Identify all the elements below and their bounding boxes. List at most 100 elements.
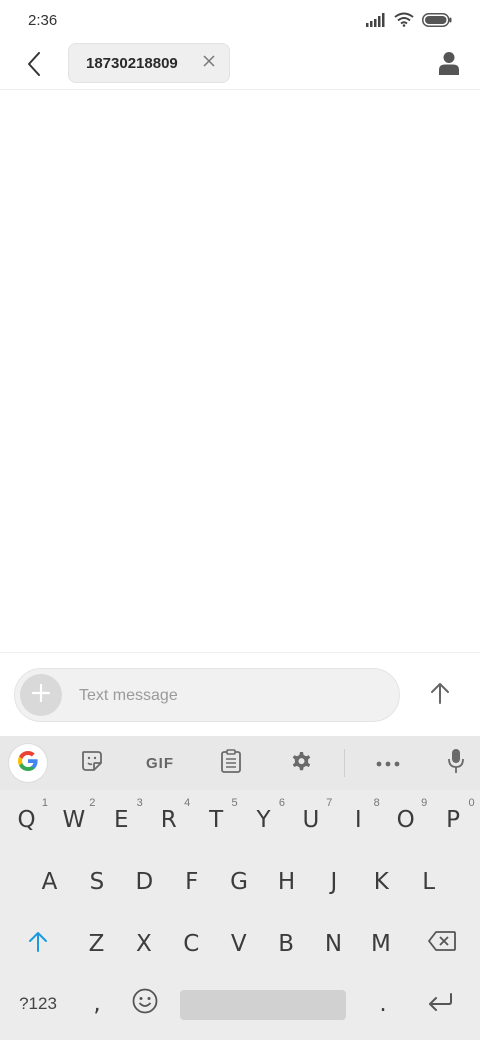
key-c[interactable]: C — [168, 916, 215, 972]
attach-button[interactable] — [20, 674, 62, 716]
period-key-label: . — [379, 991, 387, 1017]
settings-button[interactable] — [281, 744, 321, 782]
status-icons — [366, 12, 452, 32]
key-hint: 1 — [41, 797, 48, 809]
enter-arrow-icon — [427, 990, 453, 1018]
more-button[interactable] — [368, 744, 408, 782]
key-w[interactable]: W2 — [50, 792, 97, 848]
gif-label: GIF — [146, 754, 174, 772]
key-s[interactable]: S — [73, 854, 120, 910]
more-icon — [376, 754, 400, 772]
key-p[interactable]: P0 — [430, 792, 477, 848]
key-label: I — [354, 807, 362, 833]
key-y[interactable]: Y6 — [240, 792, 287, 848]
key-o[interactable]: O9 — [382, 792, 429, 848]
back-button[interactable] — [18, 50, 50, 82]
key-label: G — [230, 869, 248, 895]
plus-icon — [31, 683, 51, 707]
key-l[interactable]: L — [405, 854, 452, 910]
key-label: J — [330, 869, 338, 895]
status-time: 2:36 — [28, 12, 58, 29]
key-hint: 7 — [326, 797, 333, 809]
key-h[interactable]: H — [263, 854, 310, 910]
key-label: O — [396, 807, 415, 833]
key-n[interactable]: N — [310, 916, 357, 972]
key-k[interactable]: K — [358, 854, 405, 910]
key-label: R — [160, 807, 177, 833]
symbols-key-label: ?123 — [19, 994, 57, 1013]
key-hint: 0 — [468, 797, 475, 809]
send-button[interactable] — [420, 675, 460, 715]
back-arrow-icon — [27, 51, 41, 81]
key-b[interactable]: B — [263, 916, 310, 972]
key-q[interactable]: Q1 — [3, 792, 50, 848]
key-label: Q — [17, 807, 36, 833]
close-icon — [203, 54, 215, 72]
symbols-key[interactable]: ?123 — [8, 976, 68, 1032]
period-key[interactable]: . — [360, 976, 406, 1032]
emoji-key[interactable] — [122, 976, 168, 1032]
key-u[interactable]: U7 — [287, 792, 334, 848]
key-a[interactable]: A — [26, 854, 73, 910]
key-row-bottom: ?123 , . — [0, 976, 480, 1032]
comma-key-label: , — [93, 991, 101, 1017]
voice-input-button[interactable] — [436, 744, 476, 782]
space-key[interactable] — [180, 990, 346, 1020]
key-label: V — [230, 931, 247, 957]
key-label: E — [114, 807, 129, 833]
key-label: L — [422, 869, 436, 895]
key-f[interactable]: F — [168, 854, 215, 910]
keyboard: G I F Q 1 W 2 E 3 R 4 T 5 Y 6 U 7 I 8 O 9 … — [0, 736, 480, 1040]
key-hint: 6 — [278, 797, 285, 809]
message-input[interactable] — [79, 683, 379, 709]
key-label: C — [183, 931, 200, 957]
key-v[interactable]: V — [215, 916, 262, 972]
key-hint: 4 — [184, 797, 191, 809]
remove-recipient-button[interactable] — [201, 55, 217, 71]
key-j[interactable]: J — [310, 854, 357, 910]
key-label: T — [209, 807, 224, 833]
key-d[interactable]: D — [121, 854, 168, 910]
key-label: Y — [256, 807, 271, 833]
key-hint: 9 — [421, 797, 428, 809]
key-label: M — [370, 931, 391, 957]
contact-button[interactable] — [432, 48, 466, 82]
google-icon — [16, 749, 40, 778]
key-hint: 2 — [89, 797, 96, 809]
emoji-icon — [132, 988, 158, 1021]
key-label: H — [277, 869, 296, 895]
key-row-1: Q1W2E3R4T5Y6U7I8O9P0 — [0, 792, 480, 848]
enter-key[interactable] — [414, 976, 466, 1032]
gif-button[interactable]: GIF — [140, 744, 180, 782]
key-label: Z — [88, 931, 105, 957]
key-hint: 5 — [231, 797, 238, 809]
key-row-2: ASDFG H J K L — [0, 854, 480, 910]
recipient-chip[interactable]: 18730218809 — [68, 43, 230, 83]
settings-icon — [289, 749, 313, 778]
compose-field — [14, 668, 400, 722]
key-e[interactable]: E3 — [98, 792, 145, 848]
google-button[interactable] — [9, 744, 47, 782]
shift-key[interactable] — [14, 916, 62, 972]
shift-arrow-icon — [28, 930, 48, 959]
key-i[interactable]: I8 — [335, 792, 382, 848]
key-m[interactable]: M — [357, 916, 404, 972]
send-arrow-icon — [430, 682, 450, 709]
signal-icon — [366, 12, 386, 32]
key-g[interactable]: G — [216, 854, 263, 910]
key-label: A — [41, 869, 58, 895]
sticker-icon — [80, 749, 104, 778]
key-row-3: ZXC VBNM — [0, 916, 480, 972]
backspace-key[interactable] — [418, 916, 466, 972]
clipboard-button[interactable] — [211, 744, 251, 782]
backspace-icon — [428, 930, 456, 958]
key-r[interactable]: R4 — [145, 792, 192, 848]
status-bar: 2:36 — [0, 0, 480, 42]
sticker-button[interactable] — [72, 744, 112, 782]
conversation-header: 18730218809 — [0, 42, 480, 90]
comma-key[interactable]: , — [74, 976, 120, 1032]
key-label: K — [373, 869, 389, 895]
key-t[interactable]: T5 — [193, 792, 240, 848]
key-x[interactable]: X — [120, 916, 167, 972]
key-z[interactable]: Z — [73, 916, 120, 972]
